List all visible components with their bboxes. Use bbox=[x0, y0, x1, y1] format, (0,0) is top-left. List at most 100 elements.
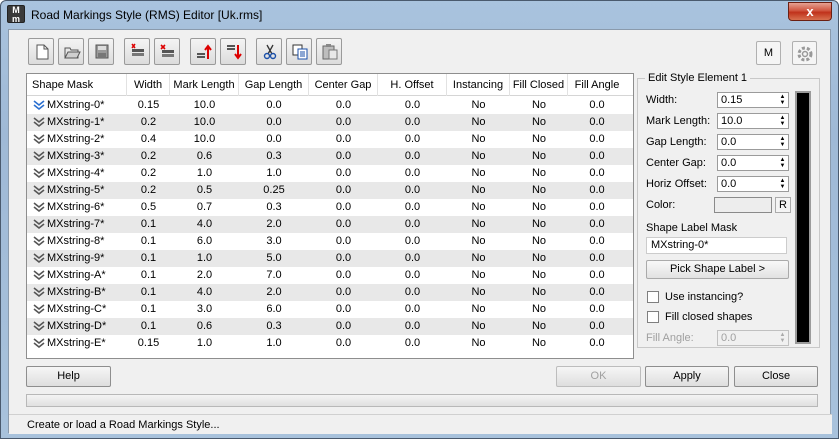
save-disk-icon bbox=[95, 44, 109, 59]
cell-center-gap: 0.0 bbox=[335, 150, 352, 162]
table-row[interactable]: MXstring-0* 0.15 10.0 0.0 0.0 0.0 No No 0.0 bbox=[27, 97, 633, 114]
cell-instancing: No bbox=[471, 150, 486, 162]
settings-button[interactable] bbox=[792, 41, 817, 65]
cell-center-gap: 0.0 bbox=[335, 320, 352, 332]
table-row[interactable]: MXstring-6* 0.5 0.7 0.3 0.0 0.0 No No 0.0 bbox=[27, 199, 633, 216]
spinner-arrows-icon[interactable]: ▲ ▼ bbox=[778, 94, 787, 106]
table-row[interactable]: MXstring-2* 0.4 10.0 0.0 0.0 0.0 No No 0.0 bbox=[27, 131, 633, 148]
cell-shape-mask: MXstring-B* bbox=[47, 286, 106, 298]
gap-length-spinner[interactable]: 0.0 ▲ ▼ bbox=[717, 134, 789, 150]
col-header-h-offset[interactable]: H. Offset bbox=[378, 74, 447, 96]
paste-button[interactable] bbox=[316, 38, 342, 65]
col-header-gap-length[interactable]: Gap Length bbox=[239, 74, 309, 96]
table-row[interactable]: MXstring-E* 0.15 1.0 1.0 0.0 0.0 No No 0.0 bbox=[27, 335, 633, 352]
center-gap-value: 0.0 bbox=[721, 157, 737, 169]
table-row[interactable]: MXstring-9* 0.1 1.0 5.0 0.0 0.0 No No 0.0 bbox=[27, 250, 633, 267]
use-instancing-checkbox[interactable] bbox=[647, 291, 659, 303]
cell-shape-mask: MXstring-3* bbox=[47, 150, 105, 162]
use-instancing-label: Use instancing? bbox=[665, 291, 744, 303]
table-row[interactable]: MXstring-1* 0.2 10.0 0.0 0.0 0.0 No No 0.0 bbox=[27, 114, 633, 131]
window-close-button[interactable]: x bbox=[788, 2, 832, 21]
fill-angle-spinner[interactable]: 0.0 ▲ ▼ bbox=[717, 330, 789, 346]
mark-length-spinner[interactable]: 10.0 ▲ ▼ bbox=[717, 113, 789, 129]
spinner-arrows-icon[interactable]: ▲ ▼ bbox=[778, 178, 787, 190]
color-swatch[interactable] bbox=[714, 197, 772, 213]
table-row[interactable]: MXstring-4* 0.2 1.0 1.0 0.0 0.0 No No 0.0 bbox=[27, 165, 633, 182]
open-file-button[interactable] bbox=[58, 38, 84, 65]
cut-button[interactable] bbox=[256, 38, 282, 65]
cell-instancing: No bbox=[471, 218, 486, 230]
cell-fill-closed: No bbox=[531, 303, 547, 315]
center-gap-spinner[interactable]: 0.0 ▲ ▼ bbox=[717, 155, 789, 171]
col-header-fill-angle[interactable]: Fill Angle bbox=[568, 74, 626, 96]
width-value: 0.15 bbox=[721, 94, 743, 106]
table-row[interactable]: MXstring-3* 0.2 0.6 0.3 0.0 0.0 No No 0.0 bbox=[27, 148, 633, 165]
m-toggle-button[interactable]: M bbox=[756, 41, 781, 65]
cell-instancing: No bbox=[471, 116, 486, 128]
cell-instancing: No bbox=[471, 235, 486, 247]
delete-element-button[interactable] bbox=[154, 38, 180, 65]
col-header-fill-closed[interactable]: Fill Closed bbox=[510, 74, 568, 96]
cell-shape-mask: MXstring-7* bbox=[47, 218, 105, 230]
col-header-instancing[interactable]: Instancing bbox=[447, 74, 510, 96]
status-bar: Create or load a Road Markings Style... bbox=[9, 414, 832, 434]
cell-fill-closed: No bbox=[531, 235, 547, 247]
shape-label-mask-input[interactable]: MXstring-0* bbox=[646, 237, 787, 254]
cell-fill-angle: 0.0 bbox=[589, 252, 605, 264]
cell-width: 0.2 bbox=[140, 116, 157, 128]
cell-h-offset: 0.0 bbox=[404, 116, 421, 128]
cell-fill-closed: No bbox=[531, 320, 547, 332]
cell-width: 0.1 bbox=[140, 218, 157, 230]
save-file-button[interactable] bbox=[88, 38, 114, 65]
spinner-arrows-icon[interactable]: ▲ ▼ bbox=[778, 115, 787, 127]
width-spinner[interactable]: 0.15 ▲ ▼ bbox=[717, 92, 789, 108]
table-row[interactable]: MXstring-7* 0.1 4.0 2.0 0.0 0.0 No No 0.0 bbox=[27, 216, 633, 233]
spinner-arrows-icon[interactable]: ▲ ▼ bbox=[778, 332, 787, 344]
cell-h-offset: 0.0 bbox=[404, 99, 421, 111]
cell-width: 0.2 bbox=[140, 167, 157, 179]
cell-mark-length: 0.6 bbox=[196, 320, 213, 332]
copy-button[interactable] bbox=[286, 38, 312, 65]
new-file-button[interactable] bbox=[28, 38, 54, 65]
cell-shape-mask: MXstring-C* bbox=[47, 303, 107, 315]
table-row[interactable]: MXstring-8* 0.1 6.0 3.0 0.0 0.0 No No 0.0 bbox=[27, 233, 633, 250]
ok-button[interactable]: OK bbox=[556, 366, 641, 387]
cell-h-offset: 0.0 bbox=[404, 337, 421, 349]
cell-fill-angle: 0.0 bbox=[589, 303, 605, 315]
pick-shape-label-button[interactable]: Pick Shape Label > bbox=[646, 260, 789, 279]
spinner-arrows-icon[interactable]: ▲ ▼ bbox=[778, 136, 787, 148]
cell-width: 0.2 bbox=[140, 184, 157, 196]
cell-mark-length: 2.0 bbox=[196, 269, 213, 281]
table-row[interactable]: MXstring-A* 0.1 2.0 7.0 0.0 0.0 No No 0.0 bbox=[27, 267, 633, 284]
cell-center-gap: 0.0 bbox=[335, 116, 352, 128]
fill-closed-checkbox[interactable] bbox=[647, 311, 659, 323]
horiz-offset-spinner[interactable]: 0.0 ▲ ▼ bbox=[717, 176, 789, 192]
reset-color-button[interactable]: R bbox=[775, 197, 791, 213]
close-button[interactable]: Close bbox=[734, 366, 818, 387]
cell-gap-length: 0.0 bbox=[266, 99, 282, 111]
cell-mark-length: 10.0 bbox=[193, 99, 216, 111]
table-row[interactable]: MXstring-C* 0.1 3.0 6.0 0.0 0.0 No No 0.0 bbox=[27, 301, 633, 318]
spinner-arrows-icon[interactable]: ▲ ▼ bbox=[778, 157, 787, 169]
table-row[interactable]: MXstring-5* 0.2 0.5 0.25 0.0 0.0 No No 0.0 bbox=[27, 182, 633, 199]
cell-instancing: No bbox=[471, 337, 486, 349]
cell-width: 0.1 bbox=[140, 235, 157, 247]
table-row[interactable]: MXstring-B* 0.1 4.0 2.0 0.0 0.0 No No 0.0 bbox=[27, 284, 633, 301]
add-element-button[interactable] bbox=[124, 38, 150, 65]
move-up-button[interactable] bbox=[190, 38, 216, 65]
cell-instancing: No bbox=[471, 303, 486, 315]
cell-fill-angle: 0.0 bbox=[589, 99, 605, 111]
grid-body: MXstring-0* 0.15 10.0 0.0 0.0 0.0 No No 0.0 MXstr… bbox=[27, 97, 633, 357]
help-button[interactable]: Help bbox=[26, 366, 111, 387]
col-header-center-gap[interactable]: Center Gap bbox=[309, 74, 378, 96]
col-header-mark-length[interactable]: Mark Length bbox=[170, 74, 239, 96]
move-down-button[interactable] bbox=[220, 38, 246, 65]
cell-fill-closed: No bbox=[531, 269, 547, 281]
apply-button[interactable]: Apply bbox=[645, 366, 729, 387]
grid-header: Shape Mask Width Mark Length Gap Length … bbox=[27, 74, 633, 96]
col-header-width[interactable]: Width bbox=[127, 74, 170, 96]
col-header-shape-mask[interactable]: Shape Mask bbox=[27, 74, 127, 96]
cell-mark-length: 0.6 bbox=[196, 150, 213, 162]
progress-bar bbox=[26, 394, 818, 407]
table-row[interactable]: MXstring-D* 0.1 0.6 0.3 0.0 0.0 No No 0.0 bbox=[27, 318, 633, 335]
